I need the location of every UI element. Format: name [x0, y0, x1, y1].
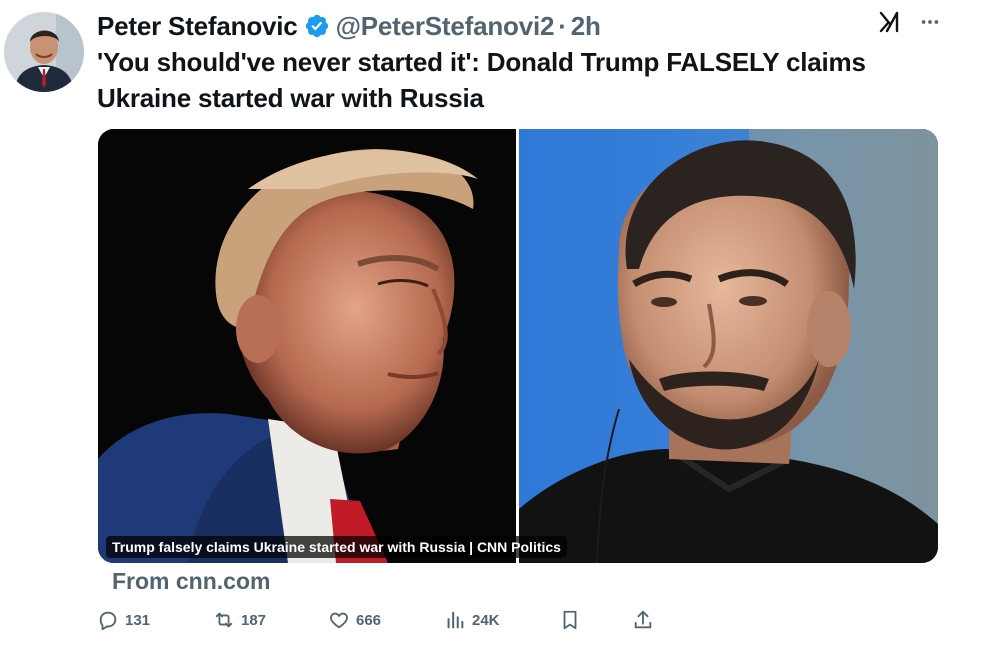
repost-button[interactable]: 187	[213, 609, 266, 631]
post-top-actions	[878, 10, 942, 34]
heart-icon	[330, 612, 348, 629]
verified-badge-icon	[304, 13, 330, 39]
author-handle[interactable]: @PeterStefanovi2	[336, 11, 555, 42]
share-icon	[634, 610, 652, 629]
reply-count: 131	[125, 611, 151, 629]
card-image-left	[98, 129, 516, 563]
separator-dot: ·	[558, 10, 567, 41]
views-button[interactable]: 24K	[444, 609, 500, 631]
card-image-right	[519, 129, 938, 563]
like-count: 666	[356, 611, 382, 629]
grok-icon[interactable]	[878, 10, 902, 34]
repost-count: 187	[241, 611, 267, 629]
post-time[interactable]: 2h	[571, 11, 601, 42]
views-count: 24K	[472, 611, 500, 629]
repost-icon	[215, 612, 233, 628]
link-card[interactable]: Trump falsely claims Ukraine started war…	[98, 129, 938, 563]
reply-button[interactable]: 131	[97, 609, 150, 631]
author-name[interactable]: Peter Stefanovic	[97, 11, 298, 42]
views-icon	[447, 611, 464, 629]
post-text: 'You should've never started it': Donald…	[97, 47, 866, 113]
share-button[interactable]	[632, 609, 654, 631]
more-icon[interactable]	[918, 10, 942, 34]
card-source[interactable]: From cnn.com	[112, 568, 270, 595]
post-header: Peter Stefanovic @PeterStefanovi2 · 2h	[97, 8, 601, 44]
reply-icon	[99, 611, 117, 631]
avatar[interactable]	[4, 12, 84, 92]
card-caption: Trump falsely claims Ukraine started war…	[106, 536, 567, 558]
like-button[interactable]: 666	[328, 609, 381, 631]
bookmark-icon	[563, 610, 577, 630]
bookmark-button[interactable]	[559, 609, 581, 631]
card-divider	[516, 129, 519, 563]
